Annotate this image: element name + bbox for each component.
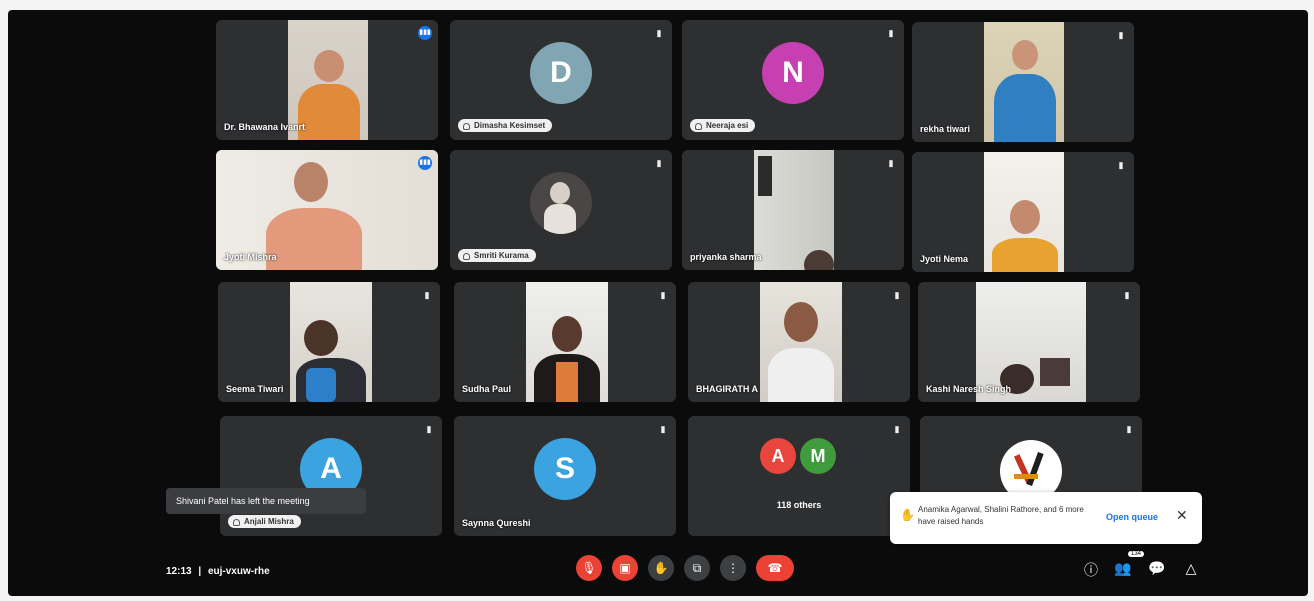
camera-off-icon: ▣ (619, 561, 631, 575)
others-avatar: M (800, 438, 836, 474)
mic-off-icon: ▮ (888, 158, 894, 168)
others-tile[interactable]: A M ▮ 118 others (688, 416, 910, 536)
participant-tile[interactable]: ▮▮▮ Jyoti Mishra (216, 150, 438, 270)
raised-hands-notification: ✋ Anamika Agarwal, Shalini Rathore, and … (890, 492, 1202, 544)
participant-tile[interactable]: ▮ Smriti Kurama (450, 150, 672, 270)
mic-off-icon: ▮ (660, 424, 666, 434)
participant-name: rekha tiwari (920, 124, 971, 134)
present-icon: ⧉ (692, 560, 702, 575)
participant-name: Sudha Paul (462, 384, 512, 394)
meeting-time: 12:13 (166, 566, 192, 577)
participant-tile[interactable]: ▮ Kashi Naresh Singh (918, 282, 1140, 402)
mic-off-icon: ▮ (1124, 290, 1130, 300)
participant-name: Saynna Qureshi (462, 518, 531, 528)
participant-tile[interactable]: S ▮ Saynna Qureshi (454, 416, 676, 536)
meeting-code: euj-vxuw-rhe (207, 566, 270, 577)
participant-avatar (530, 172, 592, 234)
speaking-indicator-icon: ▮▮▮ (418, 26, 432, 40)
left-meeting-notification: Shivani Patel has left the meeting (166, 488, 366, 514)
mic-off-icon: ▮ (888, 28, 894, 38)
participant-name: Dr. Bhawana Ivanrt (224, 122, 306, 132)
participant-name: Jyoti Mishra (224, 252, 277, 262)
close-icon[interactable]: ✕ (1176, 507, 1188, 524)
participant-name: Neeraja esi (690, 119, 756, 132)
participant-video (760, 282, 842, 402)
mic-off-icon: ▮ (1126, 424, 1132, 434)
hand-icon: ✋ (653, 561, 669, 575)
participant-video (984, 152, 1064, 272)
participant-name: priyanka sharma (690, 252, 762, 262)
info-icon[interactable]: ⓘ (1082, 560, 1100, 580)
mic-off-icon: ▮ (1118, 160, 1124, 170)
participant-tile[interactable]: N ▮ Neeraja esi (682, 20, 904, 140)
separator: | (198, 566, 202, 577)
more-vert-icon: ⋮ (727, 561, 739, 575)
mic-off-icon: ▮ (1118, 30, 1124, 40)
leave-call-button[interactable]: ☎ (756, 555, 794, 581)
participant-name: Smriti Kurama (458, 249, 536, 262)
participant-name: Dimasha Kesimset (458, 119, 553, 132)
participant-tile[interactable]: ▮ Jyoti Nema (912, 152, 1134, 272)
participant-avatar: D (530, 42, 592, 104)
participant-name: BHAGIRATH A (696, 384, 758, 394)
more-options-button[interactable]: ⋮ (720, 555, 746, 581)
meeting-screen: ▮▮▮ Dr. Bhawana Ivanrt D ▮ Dimasha Kesim… (8, 10, 1308, 596)
participant-tile[interactable]: ▮ rekha tiwari (912, 22, 1134, 142)
participant-tile[interactable]: ▮ Sudha Paul (454, 282, 676, 402)
open-queue-button[interactable]: Open queue (1106, 512, 1158, 522)
others-avatar: A (760, 438, 796, 474)
mic-off-icon: ▮ (660, 290, 666, 300)
participant-tile[interactable]: ▮ priyanka sharma (682, 150, 904, 270)
participant-tile[interactable]: A ▮ Anjali Mishra (220, 416, 442, 536)
participant-name: Seema Tiwari (226, 384, 284, 394)
mic-off-icon: ▮ (426, 424, 432, 434)
mic-off-icon: ▮ (656, 158, 662, 168)
participant-avatar: S (534, 438, 596, 500)
chat-icon[interactable]: 💬 (1148, 560, 1166, 577)
mic-off-icon: ▮ (894, 424, 900, 434)
participant-name: Anjali Mishra (228, 515, 301, 528)
meeting-info: 12:13 | euj-vxuw-rhe (166, 566, 270, 577)
participant-avatar: N (762, 42, 824, 104)
participant-video (984, 22, 1064, 142)
camera-toggle-button[interactable]: ▣ (612, 555, 638, 581)
activities-icon[interactable]: △ (1182, 560, 1200, 577)
participant-tile[interactable]: ▮ BHAGIRATH A (688, 282, 910, 402)
participant-name: Jyoti Nema (920, 254, 969, 264)
mic-off-icon: ▮ (894, 290, 900, 300)
mic-off-icon: ▮ (656, 28, 662, 38)
raised-hands-message: Anamika Agarwal, Shalini Rathore, and 6 … (918, 505, 1084, 526)
participants-count-badge: 134 (1128, 551, 1145, 557)
participant-video (526, 282, 608, 402)
mic-off-icon: ▮ (424, 290, 430, 300)
participant-video (754, 150, 834, 270)
raise-hand-button[interactable]: ✋ (648, 555, 674, 581)
mic-toggle-button[interactable]: 🎙 (576, 555, 602, 581)
mic-off-icon: 🎙 (581, 561, 597, 575)
hang-up-icon: ☎ (767, 561, 783, 575)
participant-tile[interactable]: D ▮ Dimasha Kesimset (450, 20, 672, 140)
participant-tile[interactable]: ▮▮▮ Dr. Bhawana Ivanrt (216, 20, 438, 140)
people-icon[interactable]: 👥 (1114, 560, 1132, 577)
participant-name: Kashi Naresh Singh (926, 384, 1012, 394)
others-count: 118 others (776, 500, 822, 510)
raised-hand-icon: ✋ (900, 508, 915, 522)
participant-video (290, 282, 372, 402)
participant-tile[interactable]: ▮ Seema Tiwari (218, 282, 440, 402)
present-button[interactable]: ⧉ (684, 555, 710, 581)
speaking-indicator-icon: ▮▮▮ (418, 156, 432, 170)
